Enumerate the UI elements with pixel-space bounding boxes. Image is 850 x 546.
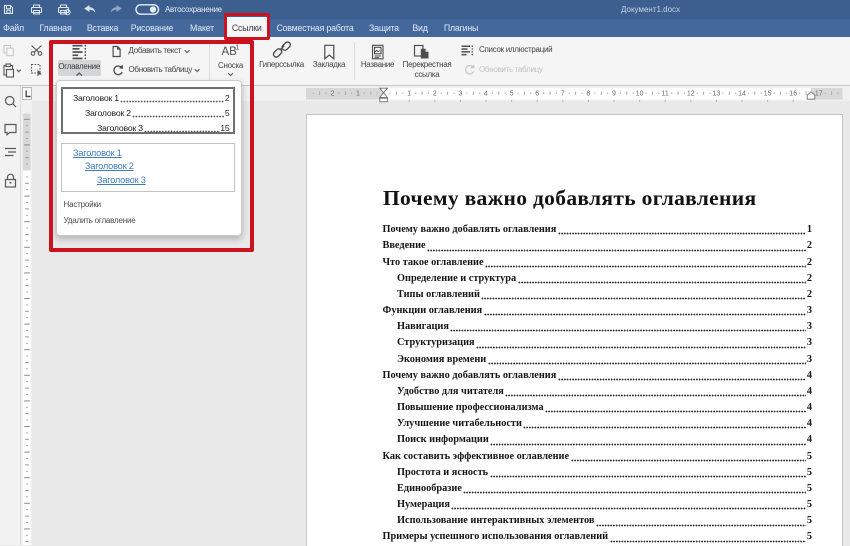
svg-text:12: 12 xyxy=(687,91,695,98)
svg-text:4: 4 xyxy=(484,91,488,98)
svg-text:10: 10 xyxy=(636,91,644,98)
svg-text:2: 2 xyxy=(433,91,437,98)
svg-text:3: 3 xyxy=(458,91,462,98)
svg-text:2: 2 xyxy=(330,91,334,98)
svg-text:8: 8 xyxy=(586,91,590,98)
svg-text:11: 11 xyxy=(662,91,669,98)
svg-text:9: 9 xyxy=(612,91,616,98)
svg-text:14: 14 xyxy=(738,91,746,98)
svg-text:13: 13 xyxy=(713,91,721,98)
svg-text:7: 7 xyxy=(561,91,565,98)
svg-text:1: 1 xyxy=(407,91,411,98)
svg-text:5: 5 xyxy=(510,91,514,98)
svg-text:17: 17 xyxy=(815,91,823,98)
svg-text:1: 1 xyxy=(356,91,360,98)
svg-text:16: 16 xyxy=(789,91,797,98)
svg-text:15: 15 xyxy=(764,91,772,98)
svg-text:6: 6 xyxy=(535,91,539,98)
